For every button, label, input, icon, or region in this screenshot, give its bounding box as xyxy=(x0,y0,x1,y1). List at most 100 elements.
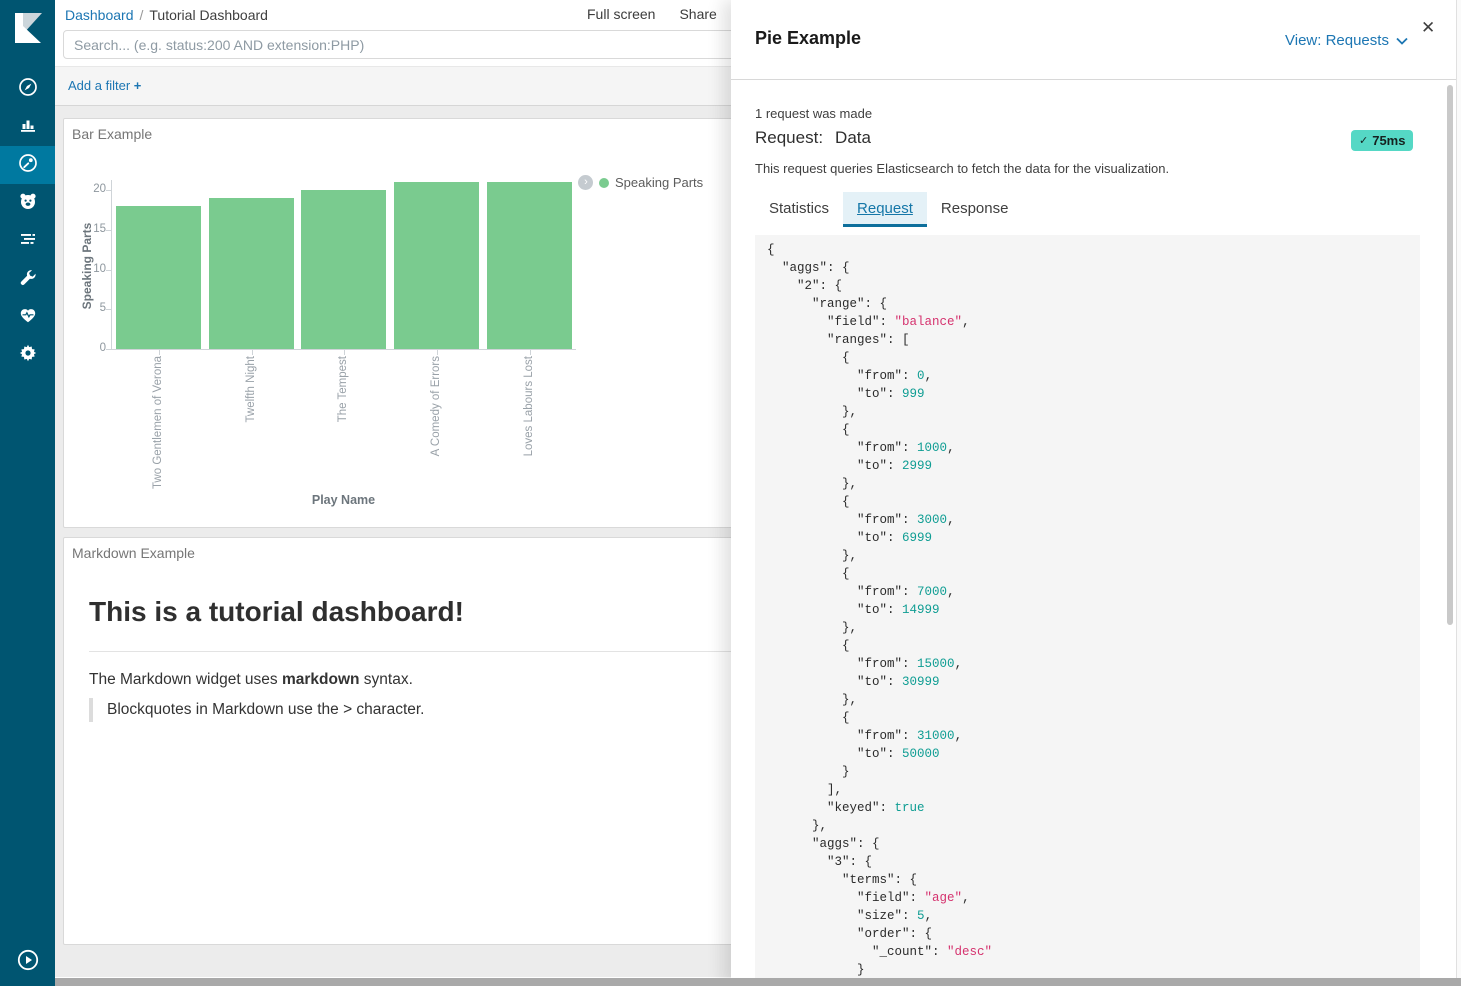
x-axis-tick-mark xyxy=(437,350,438,355)
view-requests-label: View: Requests xyxy=(1285,32,1389,49)
chart-bar[interactable] xyxy=(394,182,479,349)
top-nav-actions: Full screen Share xyxy=(587,6,717,22)
code-line: "2": { xyxy=(767,277,1408,295)
y-axis-tick-label: 10 xyxy=(76,263,106,275)
kibana-app: Dashboard / Tutorial Dashboard Full screen… xyxy=(0,0,1461,986)
code-line: "from": 31000, xyxy=(767,727,1408,745)
code-line: "range": { xyxy=(767,295,1408,313)
x-axis-title: Play Name xyxy=(111,493,576,507)
sidebar-item-monitoring[interactable] xyxy=(0,298,55,336)
tab-request[interactable]: Request xyxy=(843,192,927,227)
sidebar-item-logging[interactable] xyxy=(0,222,55,260)
code-line: "from": 15000, xyxy=(767,655,1408,673)
chart-bar[interactable] xyxy=(209,198,294,349)
code-line: "from": 0, xyxy=(767,367,1408,385)
chart-legend: › Speaking Parts xyxy=(578,175,703,190)
code-line: { xyxy=(767,421,1408,439)
bar-chart-icon xyxy=(18,115,38,140)
sidebar-item-timelion[interactable] xyxy=(0,184,55,222)
kibana-logo-icon xyxy=(8,8,48,48)
inspector-flyout: Pie Example View: Requests ✕ 1 request w… xyxy=(731,0,1461,986)
code-line: }, xyxy=(767,475,1408,493)
sidebar xyxy=(0,0,55,986)
markdown-paragraph-post: syntax. xyxy=(360,671,413,688)
view-requests-dropdown[interactable]: View: Requests xyxy=(1285,32,1408,49)
request-name: Data xyxy=(835,128,871,147)
y-axis-tick-label: 0 xyxy=(76,342,106,354)
plus-icon: + xyxy=(134,78,142,93)
flyout-header: Pie Example View: Requests ✕ xyxy=(731,0,1461,80)
x-axis-tick-mark xyxy=(530,350,531,355)
code-line: "field": "balance", xyxy=(767,313,1408,331)
sidebar-collapse-button[interactable] xyxy=(0,944,55,976)
flyout-title: Pie Example xyxy=(755,28,861,49)
full-screen-button[interactable]: Full screen xyxy=(587,6,655,22)
check-icon: ✓ xyxy=(1359,134,1368,147)
breadcrumb-dashboard-link[interactable]: Dashboard xyxy=(65,7,134,23)
request-json-code-block[interactable]: { "aggs": { "2": { "range": { "field": "… xyxy=(755,235,1420,986)
code-line: { xyxy=(767,637,1408,655)
wrench-icon xyxy=(18,267,38,292)
code-line: "field": "age", xyxy=(767,889,1408,907)
y-axis-tick-label: 20 xyxy=(76,183,106,195)
chevron-down-icon xyxy=(1396,37,1408,45)
code-line: "size": 5, xyxy=(767,907,1408,925)
play-circle-icon xyxy=(17,949,39,971)
code-line: }, xyxy=(767,691,1408,709)
markdown-paragraph-pre: The Markdown widget uses xyxy=(89,671,282,688)
sidebar-item-management[interactable] xyxy=(0,336,55,374)
sidebar-item-dashboard[interactable] xyxy=(0,146,55,184)
chart-bar[interactable] xyxy=(301,190,386,349)
x-axis-tick-label: Loves Labours Lost xyxy=(523,356,537,506)
chart-bar[interactable] xyxy=(116,206,201,349)
x-axis-tick-label: A Comedy of Errors xyxy=(430,356,444,506)
code-line: { xyxy=(767,493,1408,511)
code-line: { xyxy=(767,565,1408,583)
compass-icon xyxy=(18,77,38,102)
markdown-paragraph: The Markdown widget uses markdown syntax… xyxy=(89,671,413,689)
code-line: }, xyxy=(767,547,1408,565)
close-icon[interactable]: ✕ xyxy=(1419,16,1437,40)
x-axis-tick-mark xyxy=(344,350,345,355)
x-axis-tick-label: The Tempest xyxy=(337,356,351,506)
code-line: "_count": "desc" xyxy=(767,943,1408,961)
request-time-value: 75ms xyxy=(1372,133,1405,148)
code-line: "terms": { xyxy=(767,871,1408,889)
sidebar-nav xyxy=(0,70,55,374)
y-axis-tick-label: 15 xyxy=(76,223,106,235)
code-line: { xyxy=(767,241,1408,259)
code-line: "3": { xyxy=(767,853,1408,871)
tab-response[interactable]: Response xyxy=(927,192,1023,227)
inspector-tabs: StatisticsRequestResponse xyxy=(755,192,1022,227)
flyout-vertical-scrollbar[interactable] xyxy=(1447,85,1453,625)
panel-title-markdown-example: Markdown Example xyxy=(72,545,195,561)
sidebar-item-dev-tools[interactable] xyxy=(0,260,55,298)
sidebar-item-visualize[interactable] xyxy=(0,108,55,146)
code-line: }, xyxy=(767,817,1408,835)
code-line: "from": 3000, xyxy=(767,511,1408,529)
add-filter-link[interactable]: Add a filter + xyxy=(68,78,141,93)
code-line: }, xyxy=(767,403,1408,421)
code-line: "to": 30999 xyxy=(767,673,1408,691)
code-line: } xyxy=(767,763,1408,781)
chart-bar[interactable] xyxy=(487,182,572,349)
breadcrumb-separator: / xyxy=(140,7,144,23)
legend-item-label[interactable]: Speaking Parts xyxy=(615,175,703,190)
kibana-logo[interactable] xyxy=(0,0,55,55)
x-axis-tick-label: Two Gentlemen of Verona xyxy=(152,356,166,506)
breadcrumb-current: Tutorial Dashboard xyxy=(149,7,268,23)
horizontal-scrollbar[interactable] xyxy=(55,978,1461,986)
code-line: "keyed": true xyxy=(767,799,1408,817)
lines-icon xyxy=(18,229,38,254)
code-line: { xyxy=(767,349,1408,367)
x-axis-tick-mark xyxy=(252,350,253,355)
code-line: "to": 14999 xyxy=(767,601,1408,619)
sidebar-item-discover[interactable] xyxy=(0,70,55,108)
legend-toggle-button[interactable]: › xyxy=(578,175,593,190)
tab-statistics[interactable]: Statistics xyxy=(755,192,843,227)
share-button[interactable]: Share xyxy=(679,6,716,22)
gear-icon xyxy=(18,343,38,368)
code-line: "to": 2999 xyxy=(767,457,1408,475)
markdown-blockquote: Blockquotes in Markdown use the > charac… xyxy=(89,698,425,722)
request-heading: Request:Data xyxy=(755,128,871,148)
